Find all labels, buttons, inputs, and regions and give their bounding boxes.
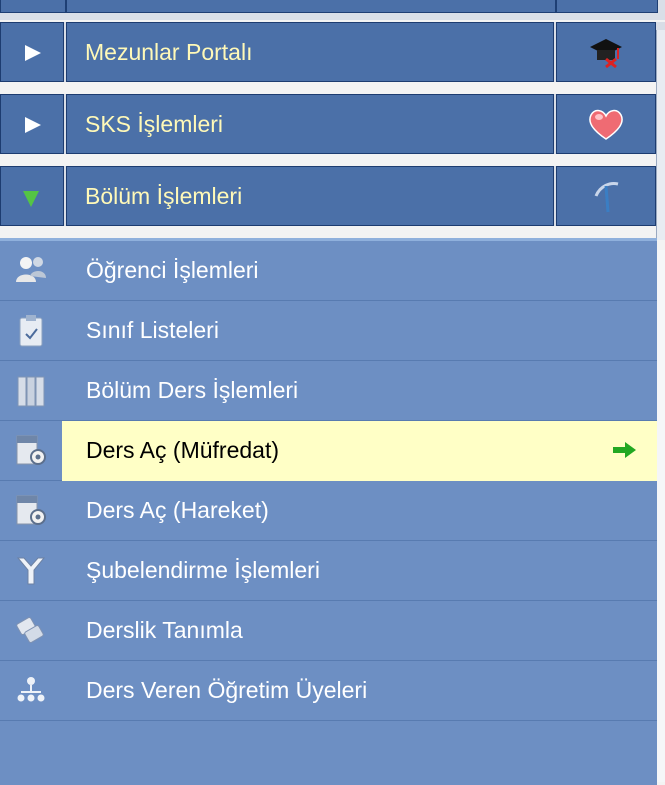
menu-item-sks[interactable]: SKS İşlemleri (0, 94, 665, 154)
split-arrows-icon (0, 541, 62, 601)
expand-toggle[interactable] (0, 94, 64, 154)
students-icon (0, 241, 62, 301)
graduation-cap-icon (556, 22, 656, 82)
submenu-item-derslik[interactable]: Derslik Tanımla (0, 601, 657, 661)
heart-icon (556, 94, 656, 154)
top-strip (0, 0, 665, 20)
submenu-item-ders-veren[interactable]: Ders Veren Öğretim Üyeleri (0, 661, 657, 721)
binders-icon (0, 361, 62, 421)
submenu-item-label: Bölüm Ders İşlemleri (86, 377, 299, 403)
menu-item-label[interactable]: SKS İşlemleri (66, 94, 554, 154)
pickaxe-icon (556, 166, 656, 226)
document-gear-icon (0, 421, 62, 481)
clipboard-icon (0, 301, 62, 361)
scroll-edge (656, 30, 665, 240)
submenu-panel: Öğrenci İşlemleri Sınıf Listeleri Bölüm … (0, 238, 657, 785)
submenu-item-label: Ders Aç (Müfredat) (86, 437, 279, 463)
submenu-item-sinif[interactable]: Sınıf Listeleri (0, 301, 657, 361)
expand-toggle[interactable] (0, 22, 64, 82)
triangle-right-icon (25, 45, 41, 61)
submenu-item-ders-ac-mufredat[interactable]: Ders Aç (Müfredat) (0, 421, 657, 481)
submenu-item-bolum-ders[interactable]: Bölüm Ders İşlemleri (0, 361, 657, 421)
submenu-item-label: Derslik Tanımla (86, 617, 243, 643)
top-cell (556, 0, 658, 13)
top-cell (66, 0, 556, 13)
collapse-toggle[interactable] (0, 166, 64, 226)
submenu-item-label: Şubelendirme İşlemleri (86, 557, 320, 583)
document-gear-icon (0, 481, 62, 541)
submenu-item-subelendirme[interactable]: Şubelendirme İşlemleri (0, 541, 657, 601)
submenu-item-label: Ders Aç (Hareket) (86, 497, 269, 523)
submenu-item-label: Ders Veren Öğretim Üyeleri (86, 677, 368, 703)
org-chart-icon (0, 661, 62, 721)
triangle-right-icon (25, 117, 41, 133)
menu-item-mezunlar[interactable]: Mezunlar Portalı (0, 22, 665, 82)
menu-item-bolum[interactable]: Bölüm İşlemleri (0, 166, 665, 226)
right-edge (656, 250, 665, 782)
papers-icon (0, 601, 62, 661)
triangle-down-icon (23, 191, 39, 207)
arrow-right-icon (613, 442, 636, 458)
top-cell (0, 0, 66, 13)
submenu-item-ogrenci[interactable]: Öğrenci İşlemleri (0, 241, 657, 301)
menu-item-label[interactable]: Mezunlar Portalı (66, 22, 554, 82)
submenu-item-label: Öğrenci İşlemleri (86, 257, 259, 283)
submenu-item-label: Sınıf Listeleri (86, 317, 219, 343)
submenu-item-ders-ac-hareket[interactable]: Ders Aç (Hareket) (0, 481, 657, 541)
menu-item-label[interactable]: Bölüm İşlemleri (66, 166, 554, 226)
